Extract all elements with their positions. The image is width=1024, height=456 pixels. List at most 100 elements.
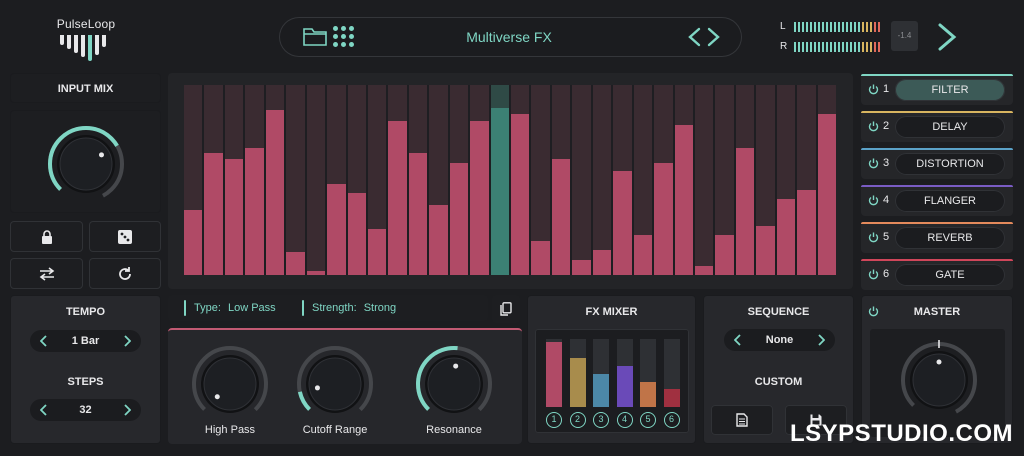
mixer-channel-number[interactable]: 6 xyxy=(663,412,680,428)
chevron-right-icon[interactable] xyxy=(123,404,131,416)
input-mix-knob[interactable] xyxy=(44,122,128,206)
sequencer-step[interactable] xyxy=(184,85,203,275)
input-mix-label: INPUT MIX xyxy=(57,83,114,95)
master-knob[interactable] xyxy=(897,338,981,422)
mixer-channel-number[interactable]: 2 xyxy=(569,412,586,428)
sequencer-step-value xyxy=(776,199,796,275)
tempo-panel: TEMPO 1 Bar STEPS 32 xyxy=(10,295,161,444)
mixer-channel-fader[interactable] xyxy=(569,339,586,407)
swap-button[interactable] xyxy=(10,258,83,289)
sequencer-step[interactable] xyxy=(449,85,469,275)
sequencer-step[interactable] xyxy=(756,85,775,275)
copy-button[interactable] xyxy=(492,295,520,323)
sequencer-step[interactable] xyxy=(204,85,223,275)
fx-slot-name[interactable]: DELAY xyxy=(895,116,1005,138)
grid-icon[interactable] xyxy=(333,26,355,48)
fx-slot-filter[interactable]: 1 FILTER xyxy=(861,74,1013,105)
sequencer-step[interactable] xyxy=(613,85,632,275)
fx-slot-delay[interactable]: 2 DELAY xyxy=(861,111,1013,142)
logo-bars-icon xyxy=(58,35,114,61)
mixer-channel-level xyxy=(640,381,656,407)
fx-slot-flanger[interactable]: 4 FLANGER xyxy=(861,185,1013,216)
folder-icon[interactable] xyxy=(303,26,327,46)
swap-arrows-icon xyxy=(39,266,54,281)
mixer-channel-fader[interactable] xyxy=(593,339,609,407)
knob-resonance[interactable] xyxy=(412,342,496,431)
mixer-channel-fader[interactable] xyxy=(663,339,680,407)
sequencer-step[interactable] xyxy=(797,85,816,275)
sequencer-step[interactable] xyxy=(245,85,264,275)
sequencer-step[interactable] xyxy=(817,85,836,275)
fx-slot-name[interactable]: FILTER xyxy=(895,79,1005,101)
preset-name[interactable]: Multiverse FX xyxy=(419,29,599,45)
mixer-channel-fader[interactable] xyxy=(616,339,633,407)
mixer-channel-fader[interactable] xyxy=(640,339,656,407)
sequencer-step-value xyxy=(633,235,653,275)
sequencer-step[interactable] xyxy=(367,85,387,275)
filter-type[interactable]: Type: Low Pass xyxy=(194,302,276,314)
fx-slot-distortion[interactable]: 3 DISTORTION xyxy=(861,148,1013,179)
sequencer-step[interactable] xyxy=(674,85,693,275)
power-icon[interactable] xyxy=(868,121,879,132)
sequencer-step-value xyxy=(674,124,693,275)
sequencer-step[interactable] xyxy=(306,85,326,275)
sequencer-step[interactable] xyxy=(490,85,509,275)
sequencer-step[interactable] xyxy=(347,85,366,275)
chevron-right-icon[interactable] xyxy=(123,335,131,347)
sequencer-step[interactable] xyxy=(429,85,448,275)
sequencer-step[interactable] xyxy=(776,85,796,275)
power-icon[interactable] xyxy=(868,84,879,95)
sequencer-step[interactable] xyxy=(633,85,653,275)
lock-button[interactable] xyxy=(10,221,83,252)
sequencer-step[interactable] xyxy=(224,85,244,275)
randomize-button[interactable] xyxy=(89,221,161,252)
fx-slot-name[interactable]: FLANGER xyxy=(895,190,1005,212)
mixer-channel-fader[interactable] xyxy=(546,339,562,407)
sequence-stepper[interactable]: None xyxy=(724,329,835,351)
power-icon[interactable] xyxy=(868,158,879,169)
mixer-channel-number[interactable]: 1 xyxy=(546,412,562,428)
sequencer-step[interactable] xyxy=(327,85,346,275)
reset-button[interactable] xyxy=(89,258,161,289)
sequencer-step[interactable] xyxy=(531,85,550,275)
sequencer-step-value xyxy=(184,210,203,275)
sequencer-grid[interactable] xyxy=(184,85,836,275)
sequencer-step[interactable] xyxy=(551,85,571,275)
custom-load-button[interactable] xyxy=(711,405,773,435)
sequencer-step[interactable] xyxy=(592,85,612,275)
power-icon[interactable] xyxy=(868,269,879,280)
dice-icon xyxy=(118,229,132,244)
sequencer-step[interactable] xyxy=(715,85,734,275)
fx-slot-name[interactable]: GATE xyxy=(895,264,1005,286)
sequencer-step[interactable] xyxy=(572,85,591,275)
meter-left-label: L xyxy=(780,21,786,32)
power-icon[interactable] xyxy=(868,195,879,206)
sequencer-step[interactable] xyxy=(286,85,305,275)
mixer-channel-number[interactable]: 3 xyxy=(593,412,609,428)
power-icon[interactable] xyxy=(868,232,879,243)
sequencer-step[interactable] xyxy=(265,85,285,275)
sequencer-step[interactable] xyxy=(470,85,489,275)
fx-mixer-label: FX MIXER xyxy=(585,306,638,318)
mixer-channel-number[interactable]: 5 xyxy=(640,412,656,428)
chevron-right-icon[interactable] xyxy=(817,334,825,346)
knob-cutoff-range[interactable] xyxy=(293,342,377,431)
fx-slot-name[interactable]: REVERB xyxy=(895,227,1005,249)
knob-high-pass[interactable] xyxy=(188,342,272,431)
fx-slot-number: 2 xyxy=(883,120,890,132)
sequencer-step[interactable] xyxy=(654,85,673,275)
sequencer-step[interactable] xyxy=(511,85,530,275)
sequencer-step[interactable] xyxy=(388,85,407,275)
mixer-channel-number[interactable]: 4 xyxy=(616,412,633,428)
chevron-right-icon[interactable] xyxy=(935,22,959,52)
steps-stepper[interactable]: 32 xyxy=(30,399,141,421)
filter-strength[interactable]: Strength: Strong xyxy=(312,302,396,314)
tempo-stepper[interactable]: 1 Bar xyxy=(30,330,141,352)
fx-slot-reverb[interactable]: 5 REVERB xyxy=(861,222,1013,253)
fx-slot-name[interactable]: DISTORTION xyxy=(895,153,1005,175)
sequencer-step[interactable] xyxy=(694,85,714,275)
sequencer-step[interactable] xyxy=(408,85,428,275)
sequencer-step[interactable] xyxy=(735,85,755,275)
fx-slot-gate[interactable]: 6 GATE xyxy=(861,259,1013,290)
prev-next-preset-icon[interactable] xyxy=(687,25,721,49)
